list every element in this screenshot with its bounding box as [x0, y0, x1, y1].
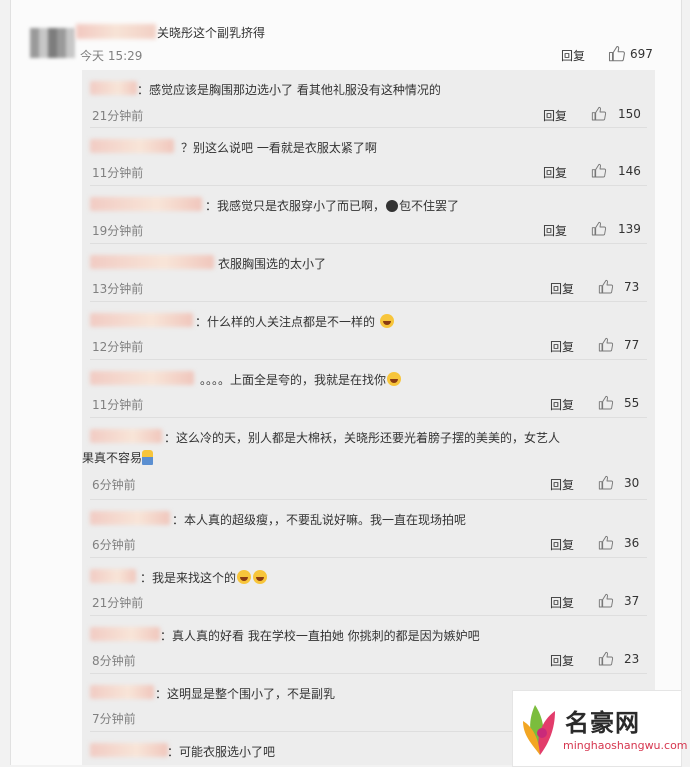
reply-item: ：我感觉只是衣服穿小了而已啊， 包不住罢了 19分钟前 回复 139	[82, 186, 655, 244]
reply-text: ？别这么说吧 一看就是衣服太紧了啊	[181, 141, 377, 155]
watermark-title: 名豪网	[565, 709, 640, 737]
reply-time: 8分钟前	[92, 654, 136, 668]
like-count: 23	[624, 652, 640, 666]
thumbs-up-icon[interactable]	[608, 45, 626, 63]
reply-item: ：我是来找这个的 21分钟前 回复 37	[82, 558, 655, 616]
reply-time: 11分钟前	[92, 166, 144, 180]
reply-time: 11分钟前	[92, 398, 144, 412]
thumbs-up-icon[interactable]	[598, 593, 614, 609]
blurred-username[interactable]	[76, 24, 156, 39]
reply-text: ：这明显是整个围小了，不是副乳	[155, 687, 336, 701]
like-count: 37	[624, 594, 640, 608]
blurred-username[interactable]	[90, 743, 168, 757]
blurred-username[interactable]	[90, 569, 136, 583]
reply-time: 7分钟前	[92, 712, 136, 726]
thumbs-up-icon[interactable]	[598, 535, 614, 551]
reply-text: ：这么冷的天，别人都是大棉袄，关晓彤还要光着膀子摆的美美的，女艺人果真不容易	[82, 431, 561, 465]
reply-item: ：什么样的人关注点都是不一样的 12分钟前 回复 77	[82, 302, 655, 360]
reply-text: 。。。。上面全是夸的，我就是在找你	[200, 370, 402, 390]
like-count: 77	[624, 338, 640, 352]
blurred-username[interactable]	[90, 511, 170, 525]
laughing-emoji-icon	[387, 372, 402, 386]
blurred-username[interactable]	[90, 255, 214, 269]
reply-button[interactable]: 回复	[550, 396, 574, 413]
reply-button[interactable]: 回复	[543, 164, 567, 181]
reply-list: ：感觉应该是胸围那边选小了 看其他礼服没有这种情况的 21分钟前 回复 150 …	[82, 70, 655, 765]
like-count: 36	[624, 536, 640, 550]
blurred-username[interactable]	[90, 685, 154, 699]
like-count: 73	[624, 280, 640, 294]
reply-time: 19分钟前	[92, 224, 144, 238]
reply-item: ：本人真的超级瘦，，不要乱说好嘛。我一直在现场拍呢 6分钟前 回复 36	[82, 500, 655, 558]
blurred-username[interactable]	[90, 139, 174, 153]
laughing-emoji-icon	[253, 570, 268, 584]
laugh-tears-emoji-icon	[379, 314, 394, 328]
thumbs-up-icon[interactable]	[591, 163, 607, 179]
blurred-username[interactable]	[90, 627, 160, 641]
comment-page: 关晓彤这个副乳挤得 今天 15:29 回复 697 ：感觉应该是胸围那边选小了 …	[0, 0, 690, 767]
reply-button[interactable]: 回复	[550, 476, 574, 493]
reply-time: 12分钟前	[92, 340, 144, 354]
reply-button[interactable]: 回复	[550, 536, 574, 553]
reply-item: ：感觉应该是胸围那边选小了 看其他礼服没有这种情况的 21分钟前 回复 150	[82, 70, 655, 128]
watermark-url: minghaoshangwu.com	[563, 739, 688, 752]
blurred-username[interactable]	[90, 313, 193, 327]
laughing-emoji-icon	[237, 570, 252, 584]
like-count: 30	[624, 476, 640, 490]
thumbs-up-icon[interactable]	[598, 651, 614, 667]
reply-button[interactable]: 回复	[550, 338, 574, 355]
reply-item: ？别这么说吧 一看就是衣服太紧了啊 11分钟前 回复 146	[82, 128, 655, 186]
avatar[interactable]	[30, 28, 75, 58]
thumbs-up-icon[interactable]	[598, 475, 614, 491]
like-count: 697	[630, 47, 653, 61]
reply-text: ：感觉应该是胸围那边选小了 看其他礼服没有这种情况的	[137, 83, 441, 97]
reply-text: ：我感觉只是衣服穿小了而已啊， 包不住罢了	[205, 199, 460, 213]
reply-button[interactable]: 回复	[543, 107, 567, 124]
site-watermark: 名豪网 minghaoshangwu.com	[512, 690, 688, 767]
reply-button[interactable]: 回复	[561, 47, 585, 64]
reply-text: 衣服胸围选的太小了	[218, 257, 327, 271]
reply-text: ：我是来找这个的	[140, 568, 268, 588]
reply-item: 。。。。上面全是夸的，我就是在找你 11分钟前 回复 55	[82, 360, 655, 418]
thumbs-up-icon[interactable]	[598, 395, 614, 411]
main-comment-text: 关晓彤这个副乳挤得	[157, 26, 266, 40]
reply-time: 6分钟前	[92, 478, 136, 492]
reply-button[interactable]: 回复	[550, 280, 574, 297]
figure-emoji-icon	[142, 450, 154, 465]
reply-text: ：真人真的好看 我在学校一直拍她 你挑刺的都是因为嫉妒吧	[160, 629, 480, 643]
blurred-username[interactable]	[90, 371, 194, 385]
reply-item: 衣服胸围选的太小了 13分钟前 回复 73	[82, 244, 655, 302]
reply-text: ：什么样的人关注点都是不一样的	[195, 312, 395, 332]
like-count: 55	[624, 396, 640, 410]
reply-button[interactable]: 回复	[550, 652, 574, 669]
leaf-logo-icon	[523, 705, 555, 755]
reply-item: ：真人真的好看 我在学校一直拍她 你挑刺的都是因为嫉妒吧 8分钟前 回复 23	[82, 616, 655, 674]
like-count: 146	[618, 164, 641, 178]
reply-text: ：可能衣服选小了吧	[167, 745, 276, 759]
thumbs-up-icon[interactable]	[598, 279, 614, 295]
bear-emoji-icon	[386, 200, 399, 212]
reply-time: 6分钟前	[92, 538, 136, 552]
reply-text: ：本人真的超级瘦，，不要乱说好嘛。我一直在现场拍呢	[172, 513, 467, 527]
reply-button[interactable]: 回复	[550, 594, 574, 611]
thumbs-up-icon[interactable]	[591, 106, 607, 122]
like-count: 139	[618, 222, 641, 236]
thumbs-up-icon[interactable]	[598, 337, 614, 353]
like-count: 150	[618, 107, 641, 121]
reply-time: 21分钟前	[92, 596, 144, 610]
blurred-username[interactable]	[90, 81, 137, 95]
blurred-username[interactable]	[90, 197, 202, 211]
reply-time: 13分钟前	[92, 282, 144, 296]
main-comment-time: 今天 15:29	[80, 49, 143, 63]
reply-button[interactable]: 回复	[543, 222, 567, 239]
thumbs-up-icon[interactable]	[591, 221, 607, 237]
reply-item: ：这么冷的天，别人都是大棉袄，关晓彤还要光着膀子摆的美美的，女艺人果真不容易 6…	[82, 418, 655, 500]
reply-time: 21分钟前	[92, 109, 144, 123]
